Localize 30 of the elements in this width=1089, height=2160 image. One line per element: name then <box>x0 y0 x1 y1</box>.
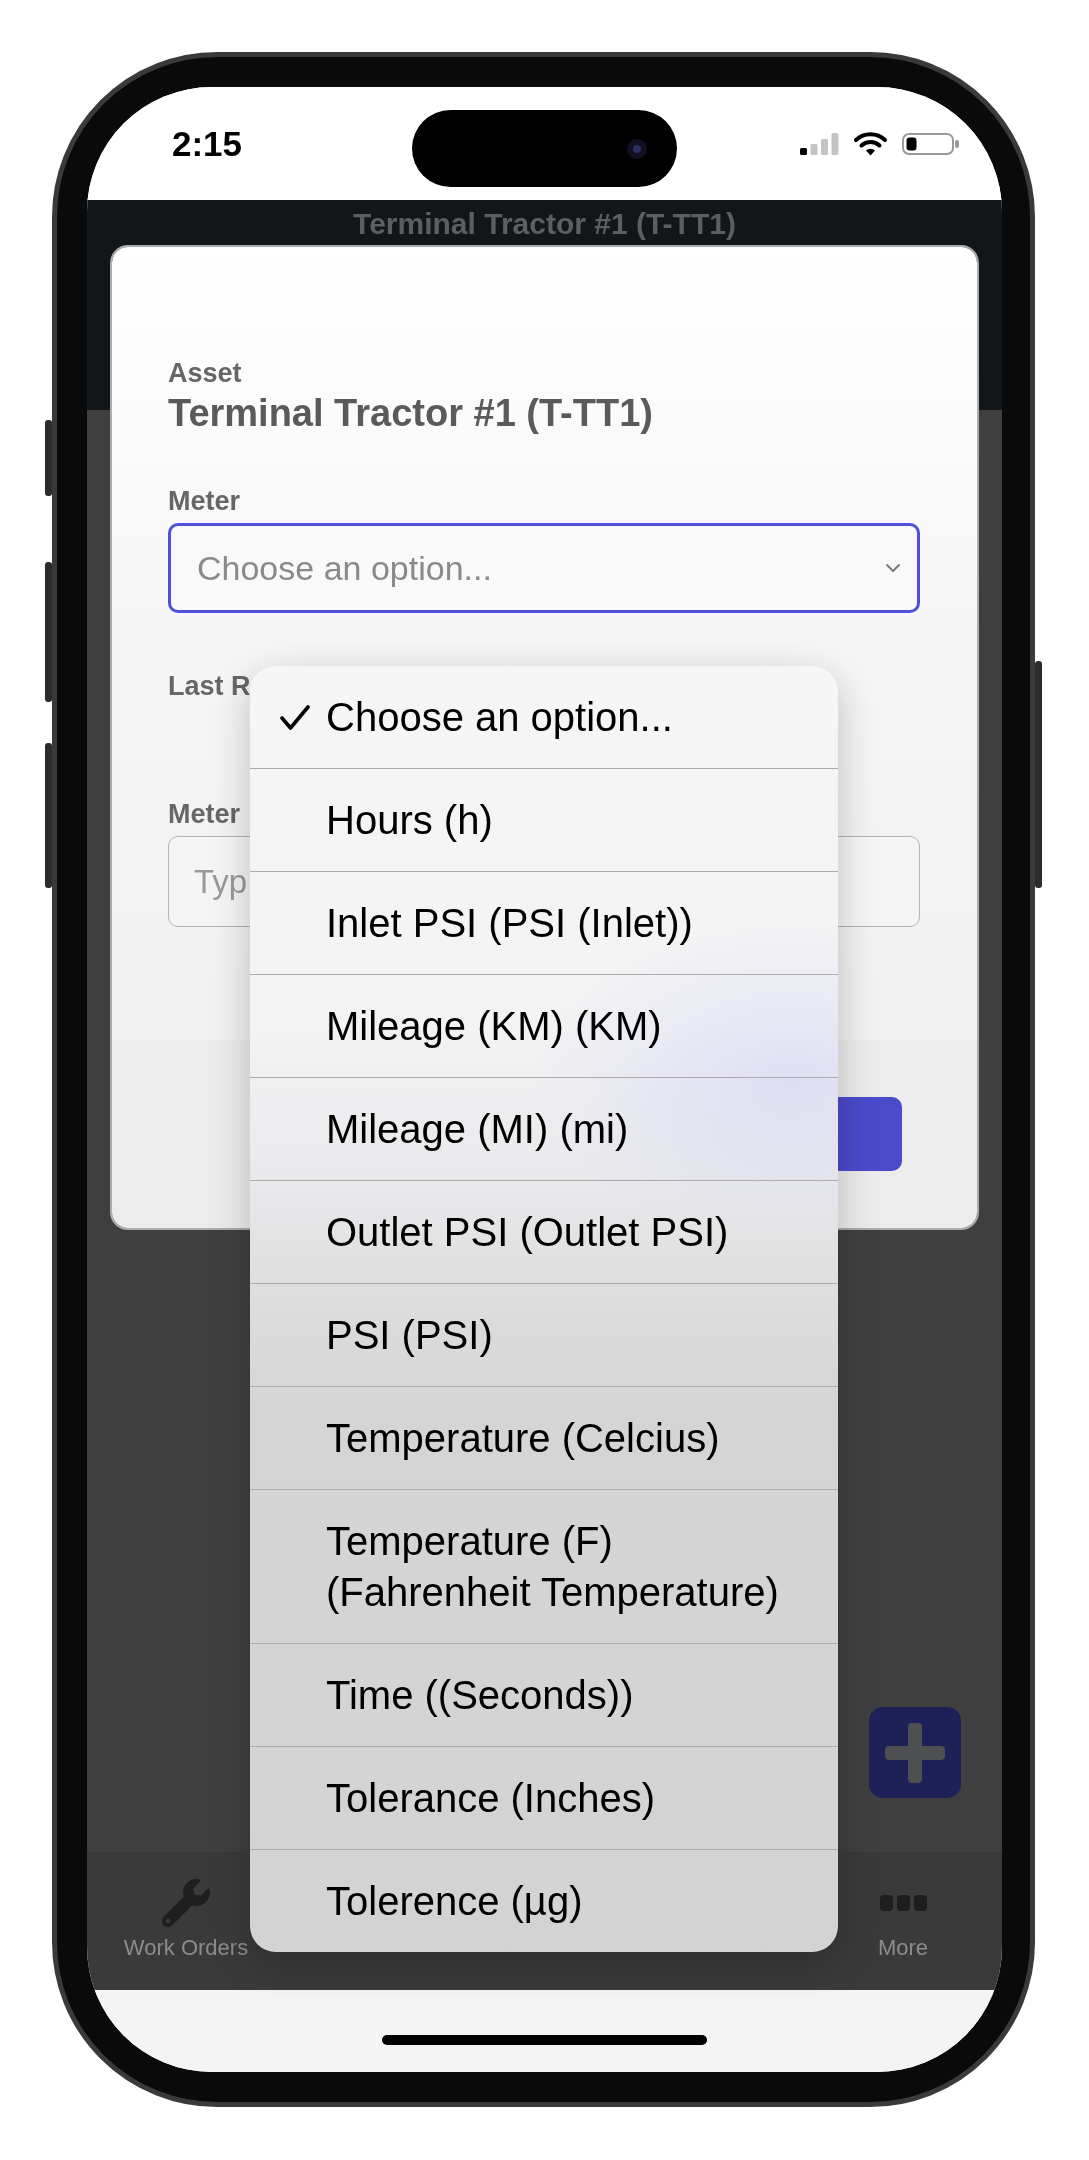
add-button[interactable] <box>869 1707 961 1798</box>
wrench-icon <box>162 1879 210 1927</box>
checkmark-icon <box>280 705 310 730</box>
dropdown-option[interactable]: Hours (h) <box>250 768 838 871</box>
dropdown-option[interactable]: Mileage (MI) (mi) <box>250 1077 838 1180</box>
dropdown-option[interactable]: PSI (PSI) <box>250 1283 838 1386</box>
camera-lens-icon <box>626 137 648 160</box>
dropdown-option[interactable]: Mileage (KM) (KM) <box>250 974 838 1077</box>
dropdown-option[interactable]: Outlet PSI (Outlet PSI) <box>250 1180 838 1283</box>
asset-name: Terminal Tractor #1 (T-TT1) <box>168 391 653 435</box>
dropdown-option[interactable]: Choose an option... <box>250 666 838 768</box>
dropdown-option[interactable]: Time ((Seconds)) <box>250 1643 838 1746</box>
header-title: Terminal Tractor #1 (T-TT1) <box>353 206 736 242</box>
more-dots-icon <box>879 1894 927 1912</box>
side-button[interactable] <box>45 420 52 496</box>
dropdown-option[interactable]: Tolerence (µg) <box>250 1849 838 1952</box>
field-label: Meter <box>168 485 241 517</box>
field-label: Asset <box>168 357 242 389</box>
dropdown-option[interactable]: Inlet PSI (PSI (Inlet)) <box>250 871 838 974</box>
field-label: Last R <box>168 670 251 702</box>
signal-icon <box>800 132 839 155</box>
status-time: 2:15 <box>172 123 243 164</box>
dropdown-option[interactable]: Temperature (F) (Fahrenheit Temperature) <box>250 1489 838 1643</box>
plus-icon <box>885 1722 945 1783</box>
dropdown-option[interactable]: Tolerance (Inches) <box>250 1746 838 1849</box>
battery-icon <box>902 132 960 155</box>
chevron-down-icon <box>885 563 901 573</box>
field-label: Meter <box>168 798 241 830</box>
wifi-icon <box>853 131 888 156</box>
dropdown-option[interactable]: Temperature (Celcius) <box>250 1386 838 1489</box>
